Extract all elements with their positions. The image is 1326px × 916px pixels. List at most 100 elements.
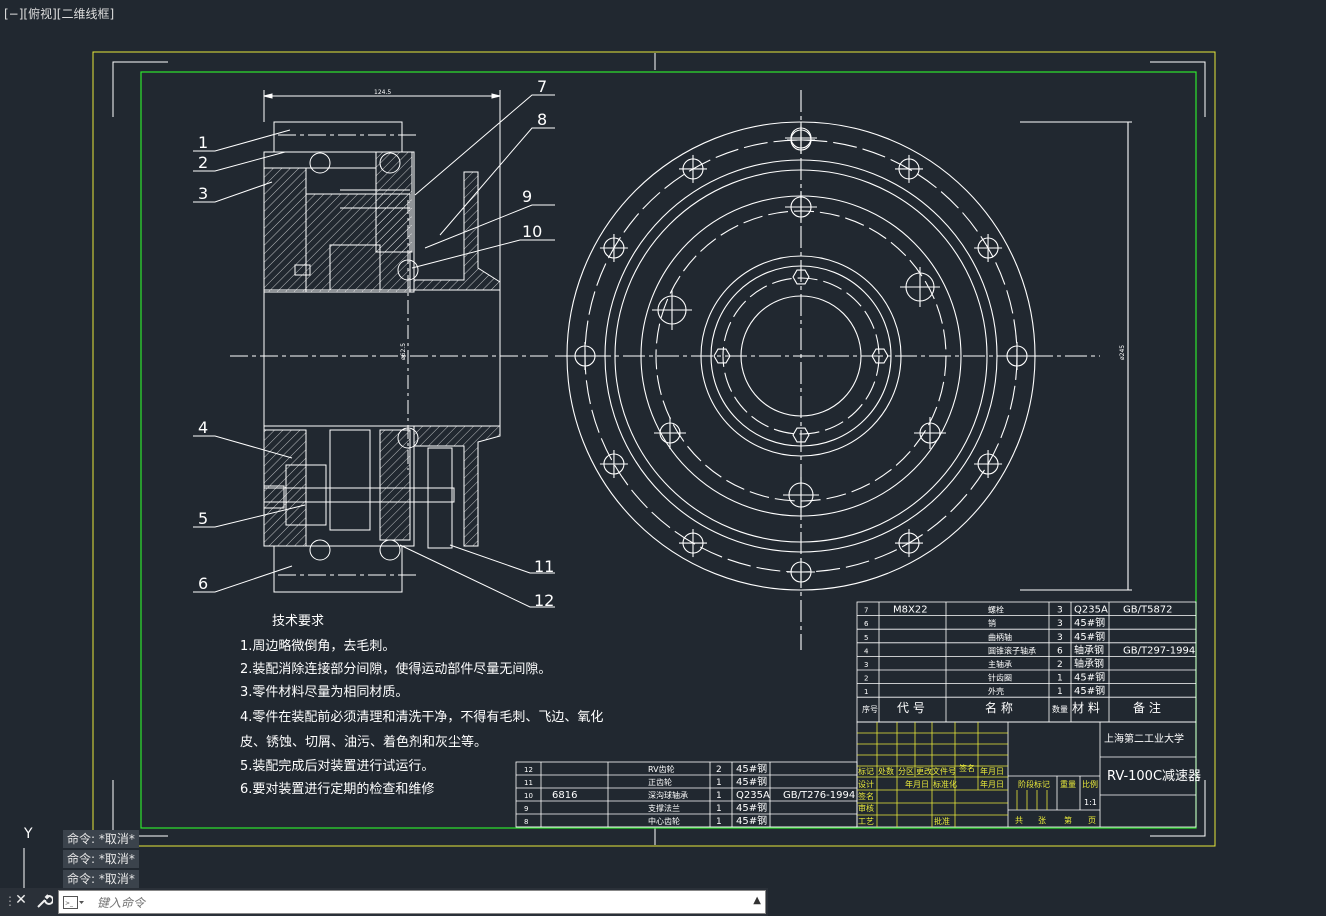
bom-cell-material: 轴承钢 (1074, 657, 1104, 670)
tb-zone: 分区 (898, 767, 914, 776)
bom-row: 3 主轴承 2 轴承钢 (857, 657, 1196, 671)
header-material: 材 料 (1072, 701, 1100, 715)
tb-page: 第 (1064, 815, 1072, 825)
command-prompt-icon[interactable]: >_ (63, 896, 85, 909)
command-input[interactable] (95, 893, 719, 913)
part-label: 6 (198, 574, 208, 593)
tech-item: 1.周边略微倒角，去毛刺。 (240, 638, 395, 654)
tb-approve: 批准 (934, 816, 950, 826)
bom-cell-qty: 1 (1057, 687, 1063, 697)
tb-scale-value: 1:1 (1084, 798, 1097, 807)
tb-standard: 标准化 (933, 779, 957, 789)
bom-cell-material: Q235A (736, 790, 770, 801)
bom-row: 8 中心齿轮 1 45#钢 (516, 814, 857, 828)
bom-cell-qty: 6 (1057, 646, 1063, 656)
bom-row: 11 正齿轮 1 45#钢 (516, 775, 857, 789)
leader-lines (193, 94, 555, 608)
tech-title: 技术要求 (272, 614, 324, 629)
bom-cell-no: 7 (864, 607, 868, 615)
tech-item: 5.装配完成后对装置进行试运行。 (240, 759, 434, 774)
tb-mark: 标记 (858, 766, 874, 776)
part-label: 4 (198, 418, 208, 437)
command-history-line: 命令: *取消* (63, 830, 139, 848)
bom-row: 2 针齿圈 1 45#钢 (857, 671, 1196, 684)
bom-cell-no: 6 (864, 620, 869, 628)
bom-cell-material: 45#钢 (736, 762, 767, 775)
bom-cell-qty: 1 (716, 791, 722, 801)
bom-cell-name: 螺栓 (988, 605, 1004, 615)
close-icon[interactable]: ✕ (13, 892, 29, 910)
tb-signature: 签名 (858, 791, 874, 801)
bom-row: 4 圆锥滚子轴承 6 轴承钢 GB/T297-1994 (857, 643, 1196, 657)
bom-cell-material: 45#钢 (736, 801, 767, 814)
bom-cell-material: 45#钢 (736, 814, 767, 827)
tech-item: 3.零件材料尽量为相同材质。 (240, 685, 408, 700)
bom-cell-no: 5 (864, 634, 868, 642)
bom-cell-qty: 3 (1057, 619, 1063, 629)
tech-item: 6.要对装置进行定期的检查和维修 (240, 781, 434, 797)
tb-weight: 重量 (1060, 779, 1076, 789)
bom-cell-material: 45#钢 (1074, 616, 1105, 629)
command-history-line: 命令: *取消* (63, 870, 139, 888)
dimension-bore: ø62.5 (400, 343, 407, 360)
bom-cell-qty: 2 (716, 765, 722, 775)
bom-cell-code: M8X22 (893, 605, 928, 616)
tb-sign: 签名 (959, 763, 975, 773)
front-view (555, 90, 1132, 650)
dimension-width: 124.5 (374, 89, 391, 96)
bom-cell-qty: 1 (716, 817, 722, 827)
command-input-container[interactable]: >_ ▲ (58, 890, 766, 914)
bom-cell-qty: 1 (1057, 674, 1063, 684)
history-up-icon[interactable]: ▲ (753, 895, 761, 906)
wrench-icon[interactable] (35, 892, 54, 910)
bom-cell-qty: 3 (1057, 606, 1063, 616)
bom-cell-name: 主轴承 (988, 659, 1012, 669)
header-name: 名 称 (985, 700, 1013, 715)
bom-cell-note: GB/T5872 (1123, 605, 1173, 616)
bom-cell-note: GB/T276-1994 (783, 790, 855, 801)
bom-cell-material: 45#钢 (736, 775, 767, 788)
bom-row: 7 M8X22 螺栓 3 Q235A GB/T5872 (857, 605, 1196, 616)
bom-cell-name: 圆锥滚子轴承 (988, 645, 1036, 655)
header-qty: 数量 (1052, 704, 1068, 714)
ucs-y-label: Y (23, 826, 33, 842)
bom-cell-material: 45#钢 (1074, 684, 1105, 697)
drawing-name: RV-100C减速器 (1107, 769, 1201, 784)
cad-drawing-canvas[interactable]: 1 2 3 4 5 6 7 8 9 10 11 12 124.5 ø62.5 ø… (0, 0, 1326, 916)
tb-date: 年月日 (980, 766, 1004, 776)
command-line-bar: ⋮ ✕ >_ ▲ (0, 888, 768, 916)
bom-cell-material: 45#钢 (1074, 671, 1105, 684)
tech-item: 皮、锈蚀、切屑、油污、着色剂和灰尘等。 (240, 734, 487, 750)
bom-cell-no: 1 (864, 688, 868, 696)
bom-cell-note: GB/T297-1994 (1123, 645, 1195, 656)
bom-cell-no: 4 (864, 647, 869, 655)
part-label: 2 (198, 153, 208, 172)
tb-process: 工艺 (858, 817, 874, 826)
bom-cell-name: 外壳 (988, 686, 1004, 696)
tb-total: 共 (1015, 816, 1023, 825)
bom-cell-material: 45#钢 (1074, 630, 1105, 643)
part-label: 8 (537, 110, 547, 129)
part-label: 12 (534, 591, 554, 610)
bom-cell-no: 3 (864, 661, 868, 669)
bom-cell-name: 深沟球轴承 (648, 790, 688, 800)
header-note: 备 注 (1133, 700, 1161, 715)
bom-cell-name: 正齿轮 (648, 777, 672, 787)
drag-handle-icon[interactable]: ⋮ (4, 894, 16, 910)
part-label: 9 (522, 187, 532, 206)
tb-design: 设计 (858, 779, 874, 789)
tb-check: 审核 (858, 803, 874, 813)
bom-cell-name: 曲柄轴 (988, 632, 1012, 642)
bom-upper-rows: 7 M8X22 螺栓 3 Q235A GB/T5872 6 销 3 45#钢 5 曲柄轴 3 45#钢 4 圆… (857, 605, 1196, 698)
bom-cell-no: 11 (524, 779, 533, 787)
bom-cell-no: 2 (864, 675, 868, 683)
bom-cell-qty: 1 (716, 778, 722, 788)
tb-scale: 比例 (1082, 779, 1098, 789)
university-name: 上海第二工业大学 (1104, 732, 1184, 745)
command-history-line: 命令: *取消* (63, 850, 139, 868)
bom-row: 1 外壳 1 45#钢 (857, 684, 1196, 698)
bom-row: 12 RV齿轮 2 45#钢 (516, 762, 857, 776)
bom-lower-rows: 12 RV齿轮 2 45#钢11 正齿轮 1 45#钢10 6816 深沟球轴承 1 Q235A GB… (516, 762, 857, 828)
dimension-outer: ø245 (1119, 345, 1126, 360)
svg-text:>_: >_ (65, 900, 74, 907)
